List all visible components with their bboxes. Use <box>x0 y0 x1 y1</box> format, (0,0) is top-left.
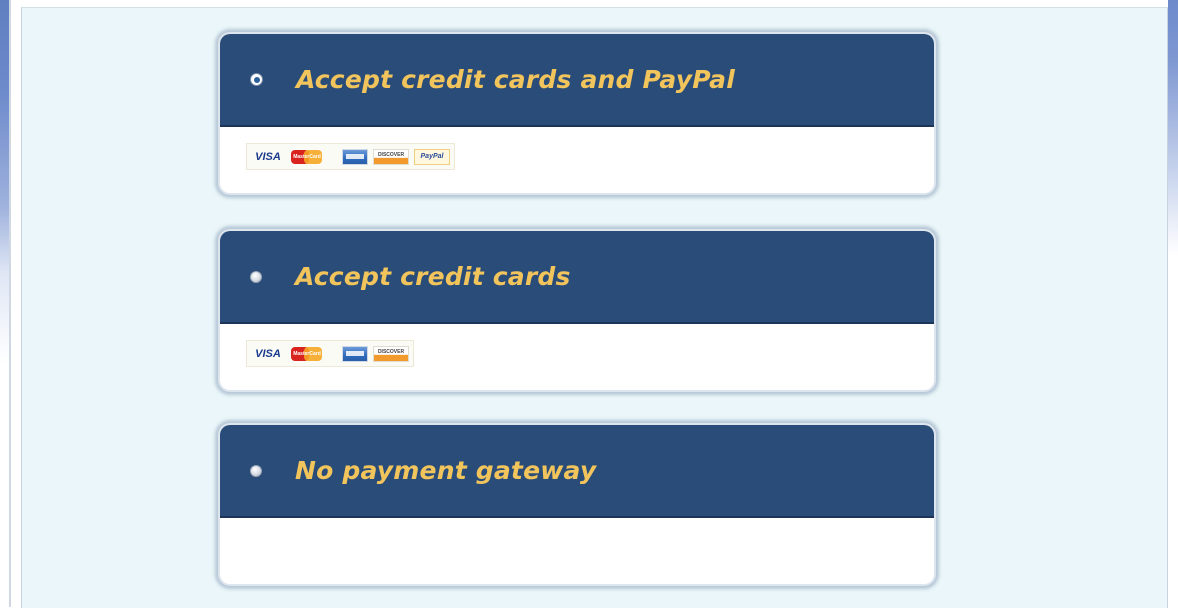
mastercard-logo: MasterCard <box>290 345 324 362</box>
option-header[interactable]: Accept credit cards and PayPal <box>220 34 934 127</box>
card-logos: VISA MasterCard DISCOVER PayPal <box>246 143 455 170</box>
option-body: VISA MasterCard DISCOVER <box>220 324 934 390</box>
option-body <box>220 518 934 584</box>
amex-logo <box>342 148 368 165</box>
option-header[interactable]: No payment gateway <box>220 425 934 518</box>
option-label[interactable]: Accept credit cards and PayPal <box>296 65 735 94</box>
window-left-edge <box>0 0 11 607</box>
mastercard-logo: MasterCard <box>290 148 324 165</box>
option-label[interactable]: No payment gateway <box>295 456 596 485</box>
radio-button[interactable] <box>250 270 262 283</box>
visa-logo: VISA <box>251 148 285 165</box>
option-body: VISA MasterCard DISCOVER PayPal <box>220 127 934 193</box>
radio-button-selected[interactable] <box>250 73 263 86</box>
amex-logo <box>342 345 368 362</box>
payment-option-no-gateway[interactable]: No payment gateway <box>218 423 936 586</box>
option-label[interactable]: Accept credit cards <box>295 262 571 291</box>
card-logos: VISA MasterCard DISCOVER <box>246 340 414 367</box>
radio-button[interactable] <box>250 464 262 477</box>
discover-logo: DISCOVER <box>373 345 409 362</box>
discover-logo: DISCOVER <box>373 148 409 165</box>
option-header[interactable]: Accept credit cards <box>220 231 934 324</box>
payment-option-credit-cards-paypal[interactable]: Accept credit cards and PayPal VISA Mast… <box>218 32 936 195</box>
paypal-logo: PayPal <box>414 148 450 165</box>
payment-option-credit-cards[interactable]: Accept credit cards VISA MasterCard DISC… <box>218 229 936 392</box>
window-right-edge <box>1168 0 1178 607</box>
visa-logo: VISA <box>251 345 285 362</box>
